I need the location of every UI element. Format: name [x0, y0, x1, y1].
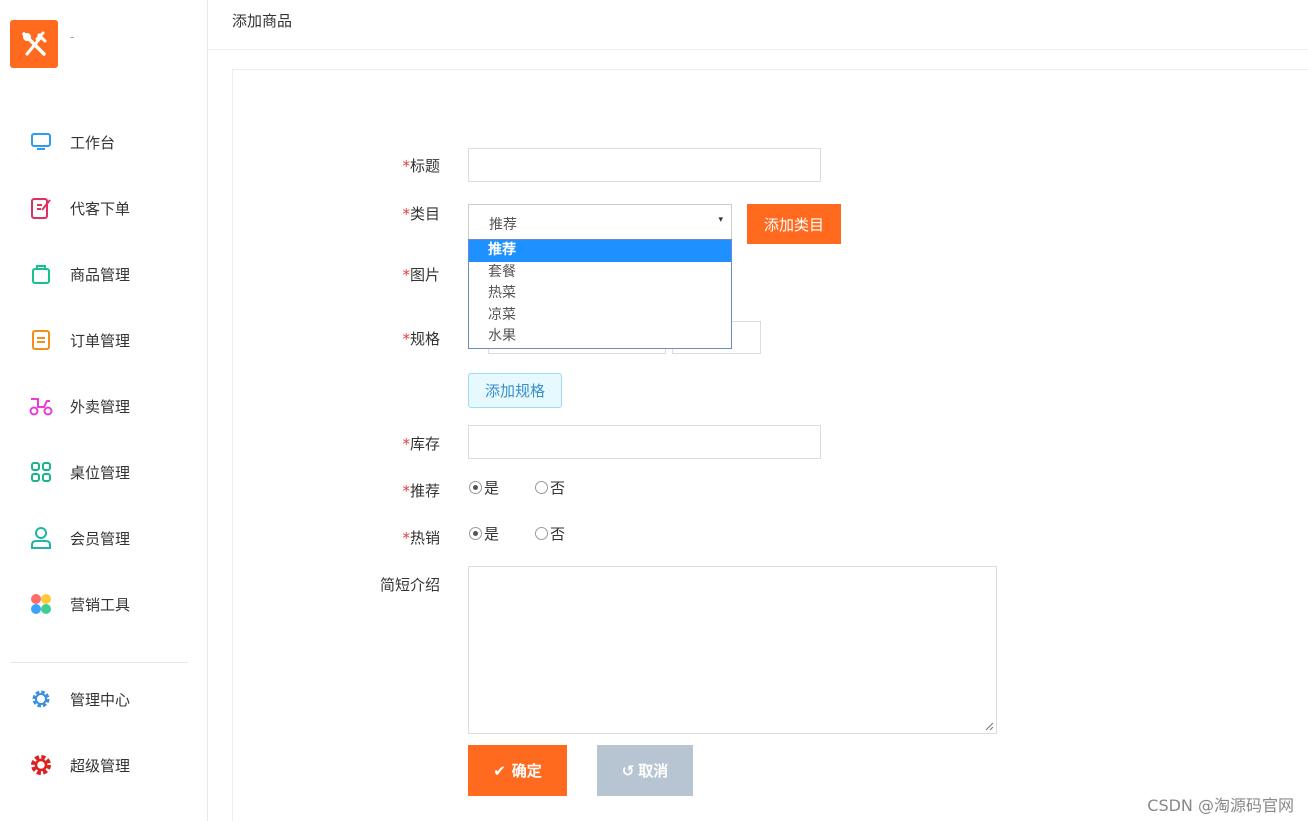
spec-label-text: 规格 [409, 330, 440, 348]
required-mark: * [402, 435, 410, 453]
category-selected-value: 推荐 [489, 217, 517, 233]
stock-label-text: 库存 [409, 435, 440, 453]
sidebar-item-label: 商品管理 [70, 265, 131, 284]
monitor-icon [28, 129, 54, 155]
undo-icon: ↺ [621, 761, 635, 780]
category-label: *类目 [320, 203, 440, 224]
required-mark: * [402, 529, 410, 547]
radio-checked-icon [469, 481, 482, 494]
add-spec-button[interactable]: 添加规格 [468, 373, 562, 408]
category-option[interactable]: 推荐 [469, 240, 731, 262]
category-option[interactable]: 凉菜 [469, 305, 731, 327]
category-option[interactable]: 套餐 [469, 262, 731, 284]
required-mark: * [402, 482, 410, 500]
sidebar-item-management-center[interactable]: 管理中心 [28, 685, 130, 713]
header: 添加商品 [208, 0, 1308, 50]
cancel-button[interactable]: ↺ 取消 [597, 745, 693, 796]
sidebar-item-products[interactable]: 商品管理 [28, 260, 130, 288]
sidebar-item-label: 订单管理 [70, 331, 131, 350]
confirm-button[interactable]: ✔ 确定 [468, 745, 567, 796]
required-mark: * [402, 330, 410, 348]
recommend-label-text: 推荐 [409, 482, 440, 500]
category-dropdown: 推荐 套餐 热菜 凉菜 水果 [468, 239, 732, 349]
hot-yes-radio[interactable]: 是 [469, 523, 499, 544]
user-icon [28, 525, 54, 551]
palette-icon [28, 591, 54, 617]
required-mark: * [402, 266, 410, 284]
recommend-no-radio[interactable]: 否 [535, 477, 565, 498]
cancel-button-label: 取消 [638, 762, 669, 780]
stock-label: *库存 [320, 433, 440, 454]
radio-label: 是 [484, 525, 500, 543]
radio-unchecked-icon [535, 481, 548, 494]
intro-textarea[interactable] [468, 566, 997, 734]
radio-label: 否 [550, 525, 566, 543]
sidebar-item-label: 超级管理 [70, 756, 131, 775]
hot-no-radio[interactable]: 否 [535, 523, 565, 544]
sidebar-item-label: 会员管理 [70, 529, 131, 548]
bag-icon [28, 261, 54, 287]
sidebar-item-label: 工作台 [70, 133, 116, 152]
grid-icon [28, 459, 54, 485]
category-label-text: 类目 [409, 205, 440, 223]
page-title: 添加商品 [232, 12, 293, 30]
intro-label: 简短介绍 [379, 576, 440, 594]
utensils-icon [22, 31, 47, 56]
resize-handle-icon[interactable] [984, 721, 994, 731]
required-mark: * [402, 157, 410, 175]
recommend-label: *推荐 [320, 480, 440, 501]
category-option[interactable]: 热菜 [469, 283, 731, 305]
radio-checked-icon [469, 527, 482, 540]
category-option[interactable]: 水果 [469, 326, 731, 348]
spec-label: *规格 [320, 328, 440, 349]
app-name: - [70, 30, 75, 44]
sidebar-item-label: 桌位管理 [70, 463, 131, 482]
add-category-button[interactable]: 添加类目 [747, 204, 841, 244]
recommend-yes-radio[interactable]: 是 [469, 477, 499, 498]
gear-icon [28, 752, 54, 778]
sidebar-item-place-order[interactable]: 代客下单 [28, 194, 130, 222]
sidebar-item-dashboard[interactable]: 工作台 [28, 128, 115, 156]
stock-input[interactable] [468, 425, 821, 459]
radio-label: 否 [550, 479, 566, 497]
radio-label: 是 [484, 479, 500, 497]
radio-unchecked-icon [535, 527, 548, 540]
image-label: *图片 [320, 264, 440, 285]
image-label-text: 图片 [409, 266, 440, 284]
sidebar-item-label: 管理中心 [70, 690, 131, 709]
sidebar-item-label: 外卖管理 [70, 397, 131, 416]
logo[interactable] [10, 20, 58, 68]
hot-label: *热销 [320, 527, 440, 548]
sidebar-item-super-admin[interactable]: 超级管理 [28, 751, 130, 779]
sidebar: - 工作台 代客下单 商品管理 订单管理 外卖管理 桌位管理 会员管理 营销工具… [0, 0, 208, 821]
check-icon: ✔ [493, 761, 506, 780]
sidebar-divider [10, 662, 188, 663]
sidebar-item-orders[interactable]: 订单管理 [28, 326, 130, 354]
title-label: *标题 [320, 155, 440, 176]
confirm-button-label: 确定 [511, 762, 542, 780]
watermark: CSDN @淘源码官网 [1147, 796, 1294, 815]
chevron-down-icon: ▾ [718, 215, 723, 225]
sidebar-item-members[interactable]: 会员管理 [28, 524, 130, 552]
title-label-text: 标题 [409, 157, 440, 175]
sidebar-item-label: 营销工具 [70, 595, 131, 614]
required-mark: * [402, 205, 410, 223]
category-select[interactable]: 推荐 ▾ [468, 204, 732, 240]
order-list-icon [28, 327, 54, 353]
gear-icon [28, 686, 54, 712]
hot-label-text: 热销 [409, 529, 440, 547]
title-input[interactable] [468, 148, 821, 182]
scooter-icon [28, 393, 54, 419]
sidebar-item-marketing[interactable]: 营销工具 [28, 590, 130, 618]
sidebar-item-delivery[interactable]: 外卖管理 [28, 392, 130, 420]
sidebar-item-label: 代客下单 [70, 199, 131, 218]
edit-note-icon [28, 195, 54, 221]
sidebar-item-tables[interactable]: 桌位管理 [28, 458, 130, 486]
